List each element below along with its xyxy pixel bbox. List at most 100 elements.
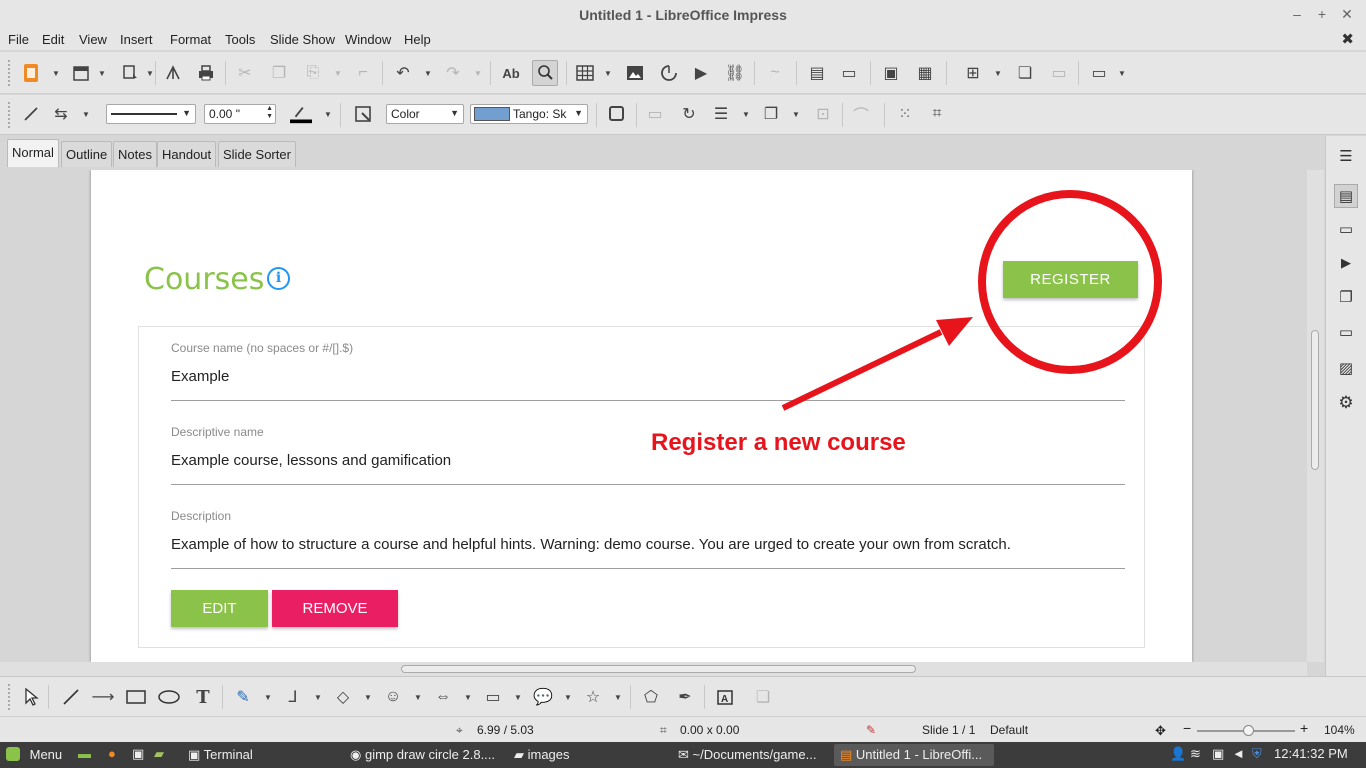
taskbar-item-editor[interactable]: ✉ ~/Documents/game...	[672, 744, 830, 766]
area-style-select[interactable]: Color ▼	[386, 104, 464, 124]
chevron-down-icon[interactable]: ▼	[1118, 69, 1126, 78]
slide-workspace[interactable]: Courses i REGISTER Course name (no space…	[0, 170, 1307, 662]
arrange-icon[interactable]: ❐	[760, 103, 782, 125]
media-icon[interactable]: ▶	[690, 62, 712, 84]
chevron-down-icon[interactable]: ▼	[98, 69, 106, 78]
gallery-icon[interactable]: ▨	[1336, 358, 1356, 378]
hyperlink-icon[interactable]: ⛓	[724, 62, 746, 84]
cut-icon[interactable]: ✂	[234, 62, 256, 84]
sidebar-menu-icon[interactable]: ☰	[1336, 146, 1356, 166]
chevron-down-icon[interactable]: ▼	[514, 693, 522, 702]
grid-icon[interactable]: ⁙	[894, 103, 916, 125]
stars-icon[interactable]: ☆	[582, 686, 604, 708]
chevron-down-icon[interactable]: ▼	[264, 693, 272, 702]
ellipse-tool-icon[interactable]	[158, 686, 180, 708]
user-icon[interactable]: 👤	[1170, 746, 1186, 762]
document-modified-icon[interactable]: ✎	[866, 723, 876, 737]
properties-icon[interactable]: ▤	[1334, 184, 1358, 208]
start-presentation-icon[interactable]: ▣	[880, 62, 902, 84]
start-menu-button[interactable]: Menu	[4, 744, 70, 766]
menu-format[interactable]: Format	[170, 32, 211, 47]
line-icon[interactable]	[20, 103, 42, 125]
fit-slide-icon[interactable]: ✥	[1155, 723, 1166, 739]
copy-icon[interactable]: ❐	[268, 62, 290, 84]
menu-slide-show[interactable]: Slide Show	[270, 32, 335, 47]
menu-view[interactable]: View	[79, 32, 107, 47]
block-arrows-icon[interactable]: ⇔	[432, 686, 454, 708]
line-color-icon[interactable]	[290, 103, 312, 125]
chevron-down-icon[interactable]: ▼	[604, 69, 612, 78]
zoom-slider-knob[interactable]	[1242, 725, 1254, 736]
zoom-percent[interactable]: 104%	[1324, 723, 1355, 737]
menu-window[interactable]: Window	[345, 32, 391, 47]
tab-normal[interactable]: Normal	[7, 139, 59, 167]
symbol-shapes-icon[interactable]: ☺	[382, 686, 404, 708]
taskbar-item-firefox[interactable]: ◉ gimp draw circle 2.8....	[344, 744, 502, 766]
line-arrows-icon[interactable]: ⇆	[50, 103, 72, 125]
line-style-select[interactable]: ▼	[106, 104, 196, 124]
taskbar-item-terminal[interactable]: ▣ Terminal	[182, 744, 340, 766]
rotate-icon[interactable]: ↻	[678, 103, 700, 125]
print-icon[interactable]	[195, 62, 217, 84]
taskbar-item-impress[interactable]: ▤ Untitled 1 - LibreOffi...	[834, 744, 994, 766]
display-views-icon[interactable]: ▭	[1088, 62, 1110, 84]
undo-icon[interactable]: ↶	[392, 62, 414, 84]
horizontal-scrollbar[interactable]	[0, 662, 1307, 676]
chevron-down-icon[interactable]: ▼	[82, 110, 90, 119]
chevron-down-icon[interactable]: ▼	[314, 693, 322, 702]
chevron-down-icon[interactable]: ▼	[364, 693, 372, 702]
save-icon[interactable]	[120, 62, 142, 84]
custom-animation-icon[interactable]: ▶	[1336, 253, 1356, 273]
zoom-slider[interactable]	[1197, 725, 1295, 736]
master-slide-icon[interactable]: ▤	[806, 62, 828, 84]
show-desktop-icon[interactable]: ▬	[78, 746, 91, 761]
snap-guides-icon[interactable]: ⌗	[926, 103, 948, 125]
delete-slide-icon[interactable]: ▭	[1048, 62, 1070, 84]
scrollbar-thumb[interactable]	[1311, 330, 1319, 470]
points-edit-icon[interactable]: ✒	[674, 686, 696, 708]
chevron-down-icon[interactable]: ▼	[614, 693, 622, 702]
toolbar-grip[interactable]	[8, 60, 12, 86]
files-launcher-icon[interactable]: ▰	[154, 746, 164, 762]
styles-icon[interactable]: ▭	[1336, 322, 1356, 342]
image-icon[interactable]	[624, 62, 646, 84]
fontwork-gallery-icon[interactable]: A	[714, 686, 736, 708]
redo-icon[interactable]: ↷	[442, 62, 464, 84]
fill-color-select[interactable]: Tango: Sk ▼	[470, 104, 588, 124]
tab-notes[interactable]: Notes	[113, 141, 157, 167]
shield-icon[interactable]: ⛨	[1252, 746, 1262, 762]
basic-shapes-icon[interactable]: ◇	[332, 686, 354, 708]
callouts-icon[interactable]: 💬	[532, 686, 554, 708]
firefox-icon[interactable]: ●	[108, 746, 116, 761]
minimize-button[interactable]: ‒	[1288, 5, 1306, 23]
slide-layout-icon[interactable]: ▭	[838, 62, 860, 84]
menu-help[interactable]: Help	[404, 32, 431, 47]
table-icon[interactable]	[574, 62, 596, 84]
chevron-down-icon[interactable]: ▼	[474, 69, 482, 78]
chevron-down-icon[interactable]: ▼	[52, 69, 60, 78]
flowchart-icon[interactable]: ▭	[482, 686, 504, 708]
spelling-icon[interactable]: Ab	[500, 62, 522, 84]
slide-canvas[interactable]: Courses i REGISTER Course name (no space…	[91, 170, 1192, 662]
arrow-tool-icon[interactable]: ⟶	[92, 686, 115, 708]
curve-tool-icon[interactable]: ✎	[232, 686, 254, 708]
export-pdf-icon[interactable]	[162, 62, 184, 84]
wifi-icon[interactable]: ≋	[1190, 746, 1201, 762]
menu-tools[interactable]: Tools	[225, 32, 255, 47]
zoom-pan-icon[interactable]	[532, 60, 558, 86]
chevron-down-icon[interactable]: ▼	[742, 110, 750, 119]
volume-icon[interactable]: ◄	[1232, 746, 1245, 761]
zoom-out-button[interactable]: −	[1183, 720, 1191, 736]
chevron-down-icon[interactable]: ▼	[324, 110, 332, 119]
toggle-extrusion-icon[interactable]: ❏	[752, 686, 774, 708]
chevron-down-icon[interactable]: ▼	[564, 693, 572, 702]
toolbar-grip[interactable]	[8, 102, 12, 128]
area-icon[interactable]	[352, 103, 374, 125]
chevron-down-icon[interactable]: ▼	[464, 693, 472, 702]
line-tool-icon[interactable]	[60, 686, 82, 708]
chevron-down-icon[interactable]: ▼	[792, 110, 800, 119]
select-icon[interactable]	[20, 686, 42, 708]
fontwork-icon[interactable]: ~	[764, 62, 786, 84]
chart-icon[interactable]	[658, 62, 680, 84]
text-tool-icon[interactable]: T	[192, 686, 214, 708]
